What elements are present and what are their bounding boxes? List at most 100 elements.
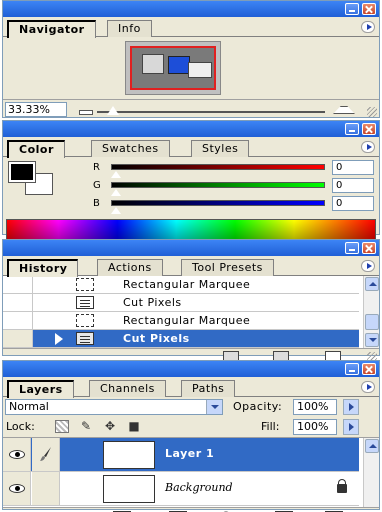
minimize-icon[interactable]	[345, 3, 359, 15]
preview-window	[142, 54, 164, 74]
tab-channels[interactable]: Channels	[89, 380, 166, 397]
layers-scrollbar[interactable]	[363, 438, 379, 508]
layer-link-cell[interactable]	[32, 438, 60, 471]
chevron-down-icon[interactable]	[206, 400, 222, 414]
history-item[interactable]: Rectangular Marquee	[3, 276, 359, 294]
resize-grip-icon[interactable]	[367, 107, 377, 117]
layer-name[interactable]: Background	[165, 481, 233, 494]
opacity-slider-button[interactable]	[343, 399, 359, 415]
lock-label: Lock:	[6, 420, 35, 433]
navigator-panel: Navigator Info 33.33%	[2, 0, 380, 118]
marquee-icon	[76, 278, 94, 291]
fill-label: Fill:	[261, 420, 280, 433]
minimize-icon[interactable]	[345, 242, 359, 254]
history-item-selected[interactable]: Cut Pixels	[3, 330, 359, 348]
layer-thumbnail[interactable]	[103, 475, 155, 503]
scroll-down-icon[interactable]	[365, 333, 379, 347]
panel-menu-icon[interactable]	[361, 21, 375, 33]
tab-paths[interactable]: Paths	[181, 380, 236, 397]
fill-input[interactable]: 100%	[293, 419, 337, 435]
blue-slider-thumb[interactable]	[110, 206, 122, 214]
minimize-icon[interactable]	[345, 363, 359, 375]
foreground-color-swatch[interactable]	[8, 161, 36, 183]
history-item-label: Rectangular Marquee	[123, 278, 251, 291]
panel-menu-icon[interactable]	[361, 260, 375, 272]
history-scrollbar[interactable]	[363, 276, 379, 348]
green-value-input[interactable]: 0	[332, 178, 374, 193]
brush-icon	[40, 447, 51, 461]
history-item[interactable]: Cut Pixels	[3, 294, 359, 312]
opacity-input[interactable]: 100%	[293, 399, 337, 415]
lock-image-icon[interactable]: ✎	[79, 420, 93, 433]
layer-list: Layer 1 Background	[3, 437, 379, 508]
zoom-in-icon[interactable]	[331, 102, 357, 116]
history-brush-source-cell[interactable]	[3, 276, 33, 293]
eye-icon	[9, 484, 25, 493]
lock-all-icon[interactable]: ■	[127, 420, 141, 433]
tab-history[interactable]: History	[7, 259, 79, 277]
close-icon[interactable]	[362, 123, 376, 135]
history-brush-source-cell[interactable]	[3, 330, 33, 347]
scroll-up-icon[interactable]	[365, 439, 379, 453]
layer-name[interactable]: Layer 1	[165, 447, 214, 460]
history-item-label: Cut Pixels	[123, 296, 182, 309]
zoom-slider[interactable]	[97, 111, 325, 113]
layers-titlebar[interactable]	[3, 361, 379, 377]
history-item[interactable]: Rectangular Marquee	[3, 312, 359, 330]
navigator-titlebar[interactable]	[3, 1, 379, 17]
tab-tool-presets[interactable]: Tool Presets	[181, 259, 274, 276]
tab-actions[interactable]: Actions	[97, 259, 163, 276]
visibility-toggle[interactable]	[3, 438, 31, 471]
tab-info[interactable]: Info	[107, 20, 152, 37]
zoom-out-icon[interactable]	[75, 102, 95, 116]
zoom-slider-thumb[interactable]	[106, 105, 120, 115]
fill-slider-button[interactable]	[343, 419, 359, 435]
visibility-toggle[interactable]	[3, 472, 31, 505]
history-brush-source-cell[interactable]	[3, 294, 33, 311]
red-value-input[interactable]: 0	[332, 160, 374, 175]
green-slider-thumb[interactable]	[110, 188, 122, 196]
layer-row[interactable]: Background	[3, 472, 359, 506]
minimize-icon[interactable]	[345, 123, 359, 135]
tab-styles[interactable]: Styles	[191, 140, 250, 157]
channel-label-r: R	[93, 162, 100, 173]
color-tabs: Color Swatches Styles	[3, 137, 379, 158]
layers-panel: Layers Channels Paths Normal Opacity: 10…	[2, 360, 380, 512]
tab-color[interactable]: Color	[7, 140, 65, 158]
close-icon[interactable]	[362, 3, 376, 15]
close-icon[interactable]	[362, 363, 376, 375]
layers-footer	[3, 507, 379, 512]
history-item-label: Cut Pixels	[123, 332, 190, 345]
blue-slider[interactable]	[111, 200, 325, 206]
navigator-tabs: Navigator Info	[3, 17, 379, 38]
close-icon[interactable]	[362, 242, 376, 254]
layer-link-cell[interactable]	[32, 472, 60, 505]
panel-menu-icon[interactable]	[361, 141, 375, 153]
tab-swatches[interactable]: Swatches	[91, 140, 170, 157]
history-tabs: History Actions Tool Presets	[3, 256, 379, 277]
lock-transparency-icon[interactable]	[55, 420, 69, 433]
scroll-thumb[interactable]	[365, 314, 379, 330]
blue-value-input[interactable]: 0	[332, 196, 374, 211]
lock-position-icon[interactable]: ✥	[103, 420, 117, 433]
document-icon	[76, 332, 94, 345]
red-slider[interactable]	[111, 164, 325, 170]
history-titlebar[interactable]	[3, 240, 379, 256]
blend-mode-value: Normal	[9, 400, 49, 413]
navigator-thumbnail[interactable]	[125, 41, 221, 95]
layer-thumbnail[interactable]	[103, 441, 155, 469]
green-slider[interactable]	[111, 182, 325, 188]
history-state-arrow-icon[interactable]	[55, 333, 63, 345]
color-titlebar[interactable]	[3, 121, 379, 137]
zoom-input[interactable]: 33.33%	[5, 102, 67, 117]
layers-tabs: Layers Channels Paths	[3, 377, 379, 398]
blend-mode-select[interactable]: Normal	[5, 399, 223, 415]
scroll-up-icon[interactable]	[365, 277, 379, 291]
tab-layers[interactable]: Layers	[7, 380, 74, 398]
history-brush-source-cell[interactable]	[3, 312, 33, 329]
layer-row-selected[interactable]: Layer 1	[3, 438, 359, 472]
view-box[interactable]	[130, 46, 216, 90]
panel-menu-icon[interactable]	[361, 381, 375, 393]
red-slider-thumb[interactable]	[110, 170, 122, 178]
tab-navigator[interactable]: Navigator	[7, 20, 96, 38]
